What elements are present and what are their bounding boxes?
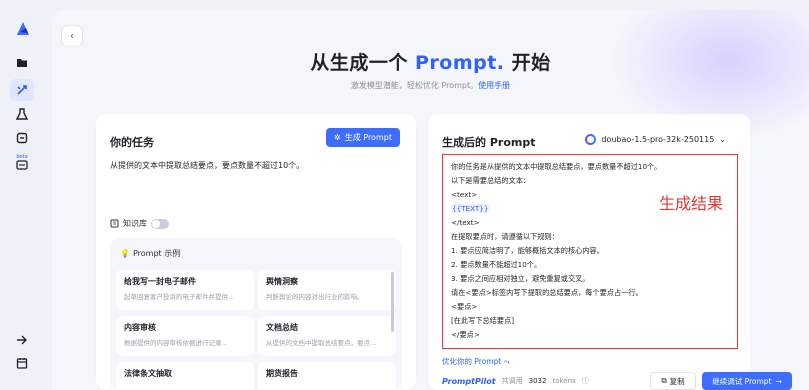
prompt-line: 以下是需要总结的文本：	[451, 176, 531, 185]
task-input[interactable]: 从提供的文本中提取总结要点，要点数量不超过10个。	[110, 160, 304, 171]
app-logo[interactable]	[14, 20, 32, 38]
usage-prefix: 共调用	[501, 377, 523, 385]
model-logo-icon	[585, 134, 597, 145]
model-name: doubao-1.5-pro-32k-250115	[601, 135, 715, 144]
continue-debug-button[interactable]: 继续调试 Prompt →	[702, 372, 792, 390]
copy-button[interactable]: ⧉ 复制	[650, 372, 696, 390]
chevron-down-icon: ⌄	[719, 135, 726, 144]
collapse-sidebar-button[interactable]: ‹	[62, 26, 82, 46]
title-prefix: 从生成一个	[310, 52, 408, 74]
title-accent: Prompt.	[414, 52, 505, 74]
knowledge-base-label: 知识库	[123, 219, 147, 228]
task-title: 你的任务	[110, 136, 154, 149]
usage-info: PromptPilot 共调用 3032 tokens ⓘ	[442, 376, 589, 386]
generate-prompt-button[interactable]: ✲ 生成 Prompt	[326, 128, 400, 147]
beta-badge-icon[interactable]: beta	[14, 152, 30, 172]
continue-debug-label: 继续调试 Prompt	[712, 376, 772, 386]
example-desc: 从提供的文档中提取总结要点，要点...	[266, 339, 377, 347]
prompt-line: 1. 要点应简洁明了，能够概括文本的核心内容。	[451, 246, 604, 255]
prompt-variable: {{TEXT}}	[451, 204, 490, 213]
examples-title: Prompt 示例	[132, 249, 181, 258]
example-card[interactable]: 内容审核 根据提供的内容审核依据进行记录...	[116, 316, 254, 356]
brand-logo: PromptPilot	[442, 376, 496, 386]
folder-icon[interactable]	[14, 54, 30, 70]
info-icon[interactable]: ⓘ	[582, 376, 589, 386]
page-subtitle: 激发模型潜能，轻松优化 Prompt。使用手册	[52, 80, 809, 91]
usage-tokens: 3032	[528, 377, 547, 385]
side-rail: beta	[0, 0, 44, 390]
example-card[interactable]: 给我写一封电子邮件 起草回复客户投诉的电子邮件并提供...	[116, 270, 254, 310]
knowledge-base-toggle[interactable]: 知识库	[110, 218, 169, 229]
task-card: 你的任务 ✲ 生成 Prompt 从提供的文本中提取总结要点，要点数量不超过10…	[96, 114, 416, 390]
model-select[interactable]: doubao-1.5-pro-32k-250115 ⌄	[585, 134, 726, 145]
examples-scrollbar[interactable]	[391, 272, 394, 332]
example-card[interactable]: 期货报告	[258, 362, 396, 390]
optimize-prompt-link[interactable]: 优化你的 Prompt ⤳	[442, 356, 510, 367]
calendar-icon[interactable]	[14, 355, 30, 371]
title-suffix: 开始	[511, 52, 551, 74]
prompt-line: 在提取要点时，请遵循以下规则：	[451, 232, 559, 241]
prompt-line: </text>	[451, 218, 480, 227]
generated-prompt-output[interactable]: 你的任务是从提供的文本中提取总结要点，要点数量不超过10个。 以下是需要总结的文…	[442, 154, 738, 349]
prompt-line: 3. 要点之间应相对独立，避免重复或交叉。	[451, 274, 590, 283]
chevron-left-icon: ‹	[70, 30, 74, 42]
sparkle-icon: ✲	[334, 133, 341, 142]
example-card[interactable]: 法律条文抽取	[116, 362, 254, 390]
prompt-tools-icon[interactable]	[10, 79, 34, 101]
user-manual-link[interactable]: 使用手册	[478, 81, 510, 90]
share-icon[interactable]	[14, 130, 30, 146]
example-title: 文档总结	[266, 323, 298, 332]
prompt-line: </要点>	[451, 330, 480, 339]
flask-icon[interactable]	[14, 106, 30, 122]
example-title: 内容审核	[124, 323, 156, 332]
prompt-line: 你的任务是从提供的文本中提取总结要点，要点数量不超过10个。	[451, 162, 662, 171]
prompt-line: 2. 要点数量不能超过10个。	[451, 260, 542, 269]
generate-prompt-label: 生成 Prompt	[344, 133, 392, 142]
main-panel: ‹ 从生成一个 Prompt. 开始 激发模型潜能，轻松优化 Prompt。使用…	[52, 10, 809, 390]
result-title: 生成后的 Prompt	[442, 136, 536, 149]
copy-icon: ⧉	[661, 376, 667, 385]
prompt-line: 请在<要点>标签内写下提取的总结要点，每个要点占一行。	[451, 288, 643, 297]
page-title: 从生成一个 Prompt. 开始	[52, 48, 809, 75]
book-icon	[110, 219, 119, 228]
examples-header: 💡 Prompt 示例	[120, 248, 180, 259]
prompt-line: [在此写下总结要点]	[451, 316, 515, 325]
bulb-icon: 💡	[120, 249, 130, 258]
result-card: 生成后的 Prompt doubao-1.5-pro-32k-250115 ⌄ …	[428, 114, 792, 390]
example-title: 舆情洞察	[266, 277, 298, 286]
copy-label: 复制	[669, 376, 685, 386]
result-annotation: 生成结果	[659, 194, 724, 213]
usage-suffix: tokens	[552, 377, 576, 385]
prompt-examples-panel: 💡 Prompt 示例 给我写一封电子邮件 起草回复客户投诉的电子邮件并提供..…	[110, 238, 402, 390]
example-title: 期货报告	[266, 369, 298, 378]
example-desc: 根据提供的内容审核依据进行记录...	[124, 339, 228, 347]
example-desc: 起草回复客户投诉的电子邮件并提供...	[124, 293, 235, 301]
arrow-right-icon[interactable]	[14, 332, 30, 348]
arrow-right-icon: →	[775, 376, 782, 386]
example-card[interactable]: 舆情洞察 判断舆论的内容对出行业的影响。	[258, 270, 396, 310]
knowledge-base-switch[interactable]	[151, 218, 169, 229]
example-card[interactable]: 文档总结 从提供的文档中提取总结要点，要点...	[258, 316, 396, 356]
example-title: 法律条文抽取	[124, 369, 172, 378]
prompt-line: <要点>	[451, 302, 478, 311]
example-title: 给我写一封电子邮件	[124, 277, 196, 286]
example-desc: 判断舆论的内容对出行业的影响。	[266, 293, 364, 301]
subtitle-text: 激发模型潜能，轻松优化 Prompt。	[350, 81, 479, 90]
